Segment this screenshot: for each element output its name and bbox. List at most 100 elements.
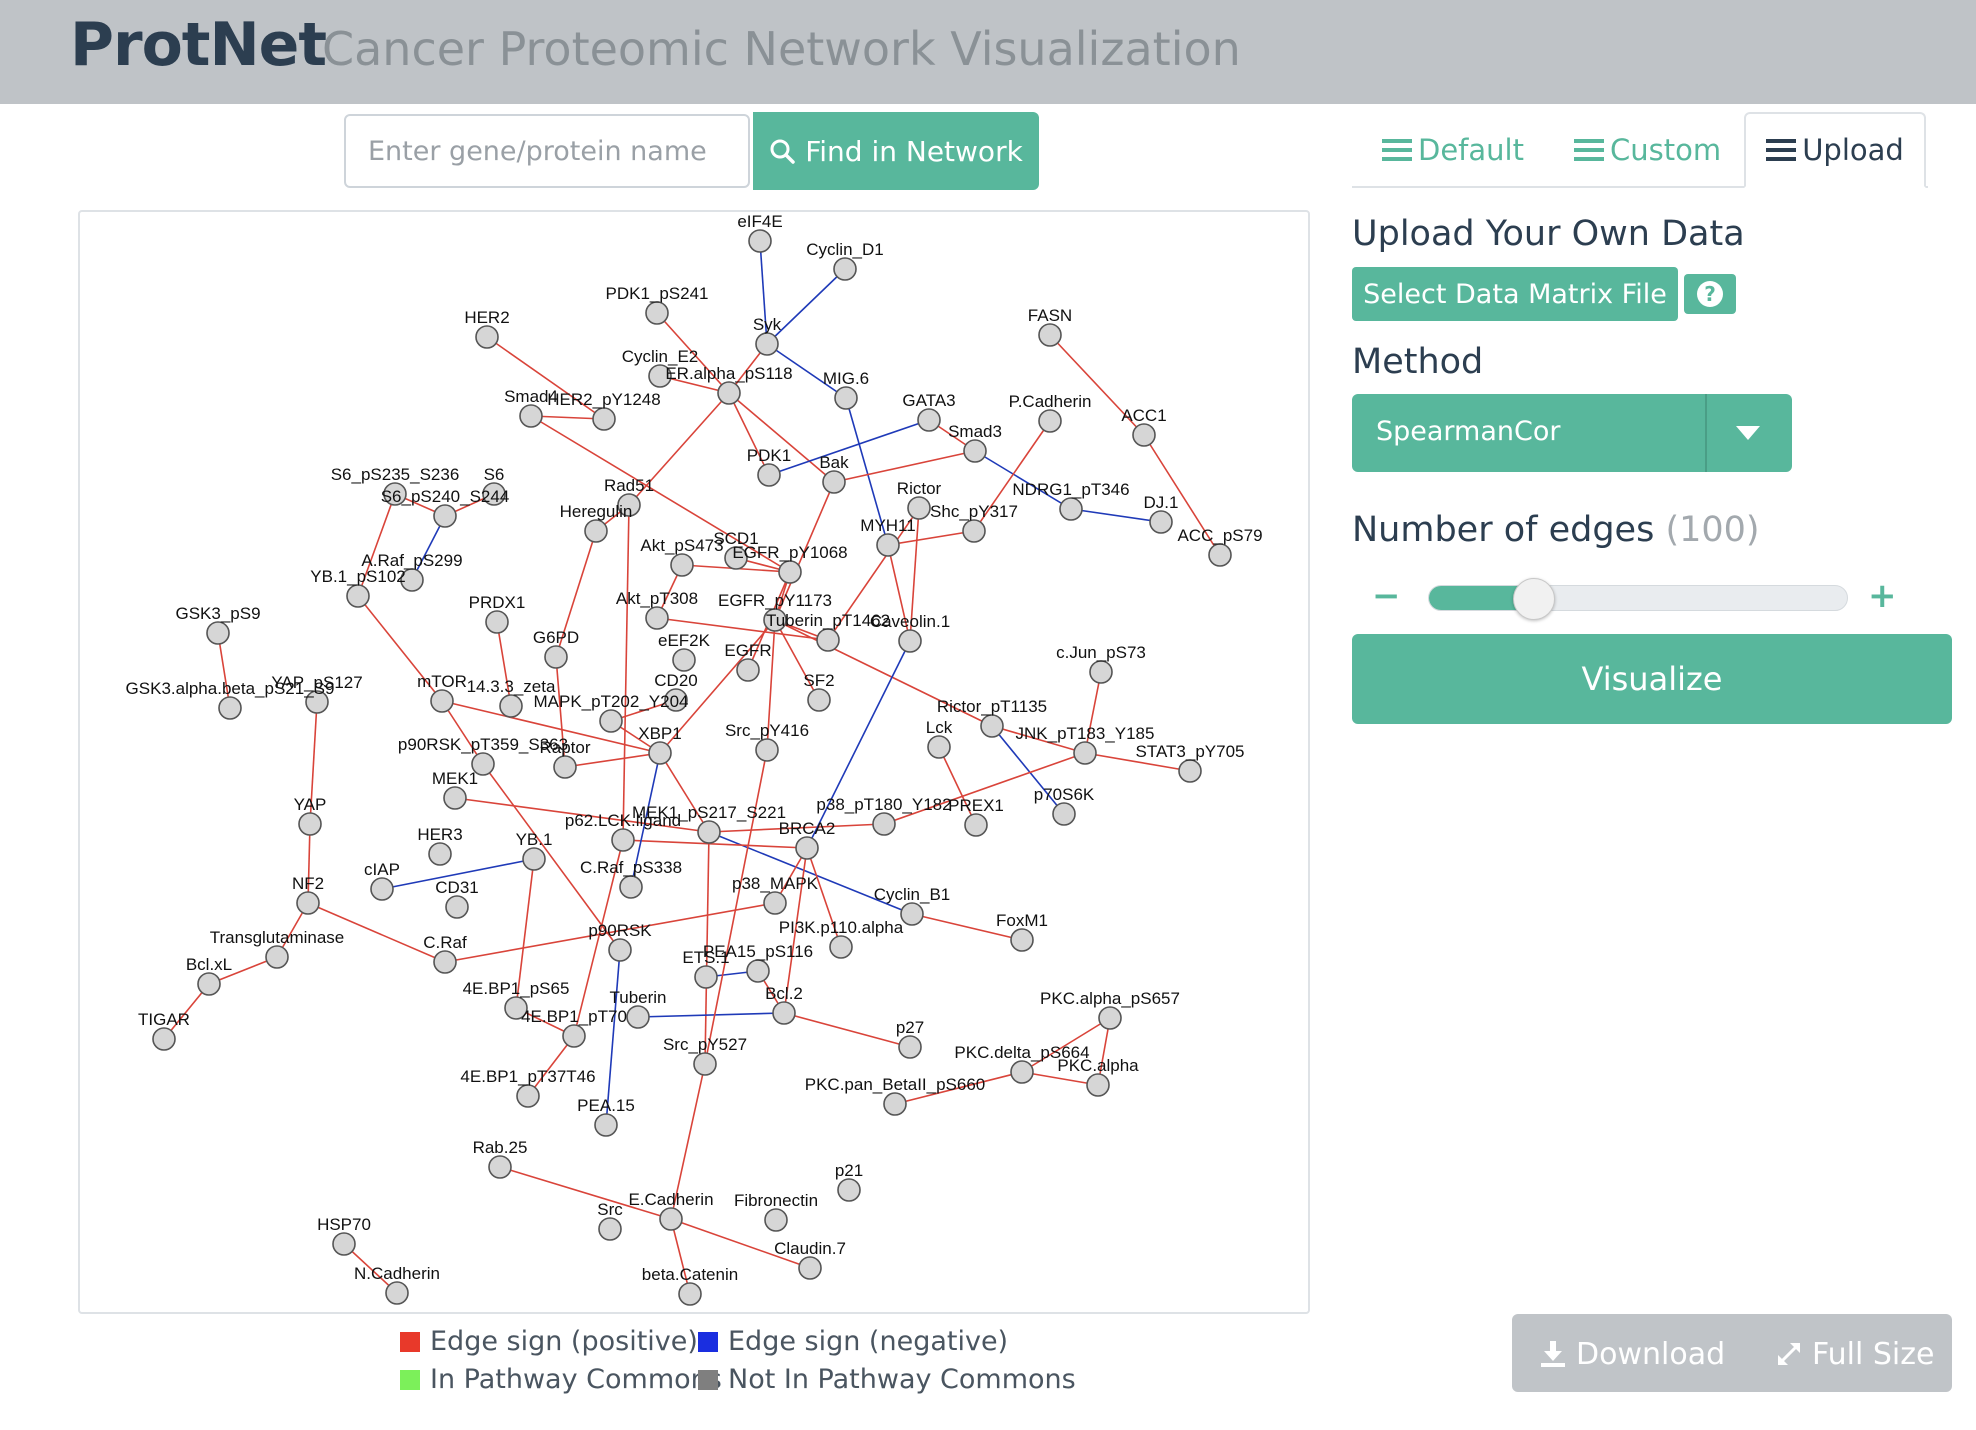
network-node[interactable] <box>898 629 922 653</box>
network-node[interactable] <box>757 463 781 487</box>
network-edge[interactable] <box>704 749 768 1065</box>
network-node[interactable] <box>1098 1006 1122 1030</box>
network-node[interactable] <box>594 1113 618 1137</box>
network-node[interactable] <box>599 709 623 733</box>
network-node[interactable] <box>876 533 900 557</box>
download-button[interactable]: Download <box>1538 1328 1725 1380</box>
network-node[interactable] <box>1132 423 1156 447</box>
network-node[interactable] <box>1208 543 1232 567</box>
network-node[interactable] <box>522 847 546 871</box>
network-node[interactable] <box>619 875 643 899</box>
network-node[interactable] <box>443 786 467 810</box>
network-node[interactable] <box>445 895 469 919</box>
network-node[interactable] <box>795 836 819 860</box>
network-node[interactable] <box>152 1027 176 1051</box>
network-edge[interactable] <box>833 450 976 483</box>
network-node[interactable] <box>645 606 669 630</box>
network-node[interactable] <box>1052 802 1076 826</box>
network-node[interactable] <box>385 1281 409 1305</box>
network-node[interactable] <box>645 301 669 325</box>
network-node[interactable] <box>475 325 499 349</box>
network-node[interactable] <box>1038 323 1062 347</box>
network-node[interactable] <box>822 470 846 494</box>
network-node[interactable] <box>1010 1060 1034 1084</box>
network-edge[interactable] <box>728 392 835 483</box>
network-node[interactable] <box>1086 1073 1110 1097</box>
select-data-matrix-file-button[interactable]: Select Data Matrix File <box>1352 267 1678 321</box>
network-node[interactable] <box>516 1084 540 1108</box>
network-node[interactable] <box>296 891 320 915</box>
network-node[interactable] <box>670 553 694 577</box>
network-edge[interactable] <box>622 504 630 841</box>
network-node[interactable] <box>927 735 951 759</box>
network-node[interactable] <box>717 381 741 405</box>
network-node[interactable] <box>346 584 370 608</box>
network-node[interactable] <box>544 645 568 669</box>
network-edge[interactable] <box>783 1012 911 1048</box>
network-node[interactable] <box>672 648 696 672</box>
network-node[interactable] <box>370 877 394 901</box>
network-node[interactable] <box>746 959 770 983</box>
network-node[interactable] <box>900 902 924 926</box>
increase-edges-button[interactable]: + <box>1868 576 1897 616</box>
network-node[interactable] <box>778 560 802 584</box>
network-node[interactable] <box>748 229 772 253</box>
visualize-button[interactable]: Visualize <box>1352 634 1952 724</box>
full-size-button[interactable]: Full Size <box>1774 1328 1934 1380</box>
network-node[interactable] <box>963 439 987 463</box>
network-node[interactable] <box>736 658 760 682</box>
network-node[interactable] <box>872 812 896 836</box>
network-node[interactable] <box>433 504 457 528</box>
network-node[interactable] <box>553 755 577 779</box>
network-node[interactable] <box>626 1005 650 1029</box>
network-node[interactable] <box>693 1052 717 1076</box>
network-node[interactable] <box>755 738 779 762</box>
help-button[interactable]: ? <box>1684 274 1736 314</box>
network-node[interactable] <box>519 404 543 428</box>
network-node[interactable] <box>964 813 988 837</box>
network-node[interactable] <box>584 519 608 543</box>
network-node[interactable] <box>1038 409 1062 433</box>
network-node[interactable] <box>829 935 853 959</box>
network-node[interactable] <box>678 1282 702 1306</box>
network-edge[interactable] <box>637 1012 785 1018</box>
network-node[interactable] <box>430 689 454 713</box>
network-node[interactable] <box>611 828 635 852</box>
network-node[interactable] <box>962 519 986 543</box>
network-node[interactable] <box>798 1256 822 1280</box>
network-node[interactable] <box>218 696 242 720</box>
network-node[interactable] <box>883 1092 907 1116</box>
network-node[interactable] <box>485 610 509 634</box>
network-node[interactable] <box>755 332 779 356</box>
network-node[interactable] <box>592 407 616 431</box>
network-node[interactable] <box>433 950 457 974</box>
network-node[interactable] <box>694 965 718 989</box>
network-node[interactable] <box>298 812 322 836</box>
network-node[interactable] <box>608 938 632 962</box>
network-node[interactable] <box>764 1208 788 1232</box>
network-node[interactable] <box>206 621 230 645</box>
network-node[interactable] <box>488 1155 512 1179</box>
network-node[interactable] <box>648 741 672 765</box>
edges-slider-thumb[interactable] <box>1513 578 1555 620</box>
network-node[interactable] <box>1010 928 1034 952</box>
network-node[interactable] <box>837 1178 861 1202</box>
tab-upload[interactable]: Upload <box>1744 112 1926 188</box>
network-node[interactable] <box>332 1232 356 1256</box>
network-node[interactable] <box>197 972 221 996</box>
network-node[interactable] <box>1073 741 1097 765</box>
network-node[interactable] <box>1149 510 1173 534</box>
network-node[interactable] <box>772 1001 796 1025</box>
tab-custom[interactable]: Custom <box>1574 112 1721 188</box>
network-node[interactable] <box>598 1217 622 1241</box>
network-node[interactable] <box>428 842 452 866</box>
method-select[interactable]: SpearmanCor <box>1352 394 1792 472</box>
network-node[interactable] <box>1178 759 1202 783</box>
network-node[interactable] <box>807 688 831 712</box>
network-node[interactable] <box>763 891 787 915</box>
decrease-edges-button[interactable]: − <box>1372 576 1401 616</box>
network-node[interactable] <box>917 408 941 432</box>
edges-slider[interactable] <box>1428 578 1848 620</box>
network-node[interactable] <box>833 257 857 281</box>
network-node[interactable] <box>659 1207 683 1231</box>
